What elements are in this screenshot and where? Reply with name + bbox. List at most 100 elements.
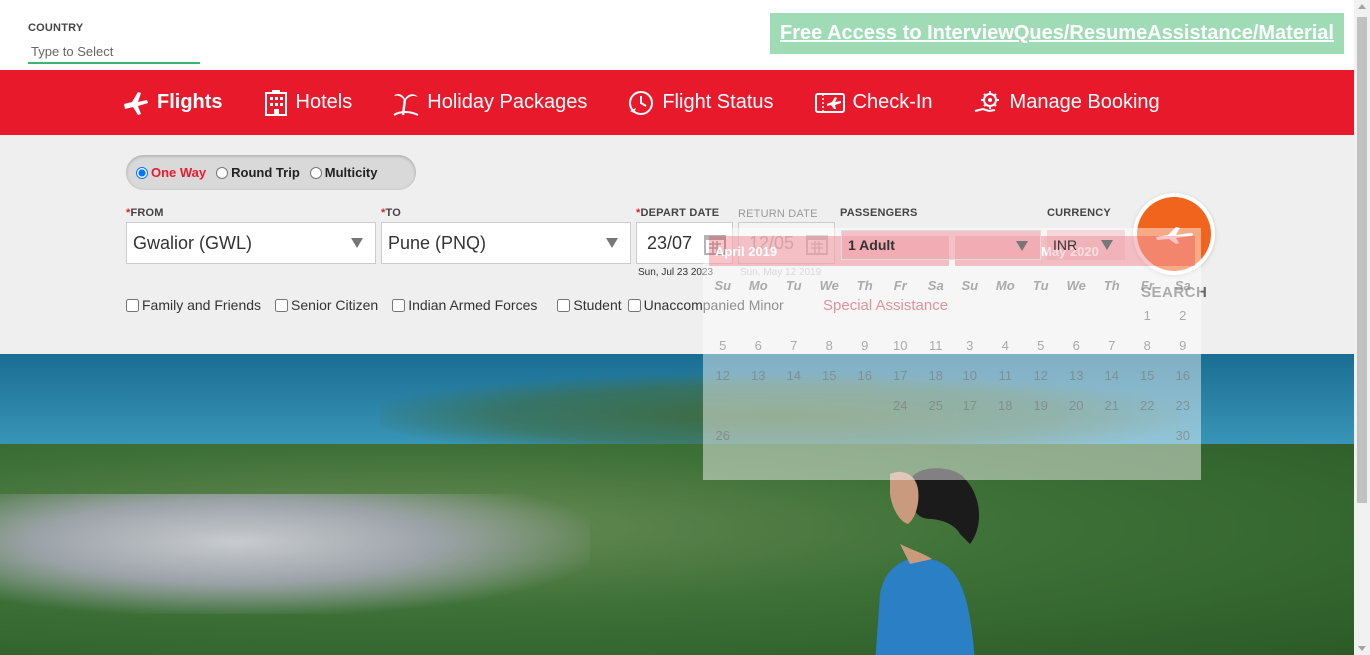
calendar-day — [812, 300, 848, 330]
calendar-day[interactable]: 8 — [1130, 330, 1166, 360]
depart-date-label: *DEPART DATE — [636, 207, 720, 219]
calendar-day[interactable]: 14 — [776, 360, 812, 390]
calendar-day[interactable]: 19 — [1023, 390, 1059, 420]
calendar-day[interactable]: 18 — [918, 360, 954, 390]
calendar-day[interactable]: 11 — [988, 360, 1024, 390]
nav-manage-booking[interactable]: Manage Booking — [973, 89, 1160, 117]
trip-type-toggle: One Way Round Trip Multicity — [126, 155, 416, 190]
calendar-day[interactable]: 16 — [1165, 360, 1201, 390]
calendar-day[interactable]: 22 — [1130, 390, 1166, 420]
calendar-day[interactable]: 24 — [883, 390, 919, 420]
clock-plane-icon — [629, 90, 654, 115]
nav-label: Manage Booking — [1009, 91, 1160, 113]
trip-round-trip[interactable]: Round Trip — [216, 165, 300, 180]
calendar-day — [705, 390, 741, 420]
weekday-header: We — [819, 277, 839, 293]
calendar-day[interactable]: 6 — [741, 330, 777, 360]
armed-forces-option[interactable]: Indian Armed Forces — [392, 297, 537, 313]
nav-holiday-packages[interactable]: Holiday Packages — [392, 89, 587, 117]
calendar-day[interactable]: 23 — [1165, 390, 1201, 420]
calendar-day[interactable]: 17 — [952, 390, 988, 420]
datepicker-overlay: April 2019 May 2020 Su Mo Tu We Th Fr Sa 5 6 7 8 9 1… — [703, 228, 1201, 480]
hotel-building-icon — [264, 89, 287, 116]
nav-hotels[interactable]: Hotels — [263, 89, 352, 117]
calendar-day[interactable]: 17 — [883, 360, 919, 390]
passengers-label: PASSENGERS — [840, 207, 918, 219]
currency-select[interactable]: INR — [1047, 230, 1125, 260]
calendar-day — [705, 300, 741, 330]
calendar-day[interactable]: 9 — [1165, 330, 1201, 360]
calendar-day[interactable]: 13 — [1059, 360, 1095, 390]
trip-one-way[interactable]: One Way — [136, 165, 206, 180]
weekday-header: Sa — [1174, 277, 1191, 293]
calendar-day[interactable]: 1 — [1130, 300, 1166, 330]
calendar-day[interactable]: 5 — [705, 330, 741, 360]
country-input[interactable] — [28, 41, 200, 64]
calendar-day[interactable]: 10 — [952, 360, 988, 390]
calendar-day[interactable]: 25 — [918, 390, 954, 420]
calendar-day[interactable]: 21 — [1094, 390, 1130, 420]
nav-flights[interactable]: Flights — [122, 90, 223, 116]
family-friends-option[interactable]: Family and Friends — [126, 297, 261, 313]
calendar-day[interactable]: 13 — [741, 360, 777, 390]
calendar-day[interactable]: 20 — [1059, 390, 1095, 420]
calendar-day[interactable]: 15 — [812, 360, 848, 390]
weekday-header: Mo — [748, 277, 768, 293]
one-way-radio[interactable] — [136, 166, 148, 179]
family-friends-checkbox[interactable] — [126, 298, 139, 312]
calendar-day[interactable]: 16 — [847, 360, 883, 390]
page-scrollbar[interactable] — [1354, 0, 1370, 655]
weekday-header: Tu — [1032, 277, 1049, 293]
village — [0, 494, 590, 614]
calendar-day[interactable]: 10 — [883, 330, 919, 360]
nav-label: Flight Status — [662, 91, 774, 113]
promo-banner: Free Access to InterviewQues/ResumeAssis… — [770, 13, 1344, 54]
calendar-day[interactable]: 12 — [1023, 360, 1059, 390]
gear-hand-icon — [974, 90, 999, 112]
calendar-day[interactable]: 6 — [1059, 330, 1095, 360]
to-select[interactable]: Pune (PNQ) — [381, 222, 631, 264]
nav-check-in[interactable]: Check-In — [814, 90, 933, 116]
from-select[interactable]: Gwalior (GWL) — [126, 222, 376, 264]
calendar-day[interactable]: 11 — [918, 330, 954, 360]
nav-flight-status[interactable]: Flight Status — [627, 89, 774, 117]
student-checkbox[interactable] — [557, 298, 571, 312]
passengers-select[interactable]: 1 Adult — [841, 230, 1041, 260]
calendar-day[interactable]: 18 — [988, 390, 1024, 420]
calendar-day[interactable]: 4 — [988, 330, 1024, 360]
chevron-down-icon — [1101, 240, 1113, 250]
calendar-day[interactable]: 3 — [952, 330, 988, 360]
calendar-day[interactable]: 7 — [1094, 330, 1130, 360]
armed-forces-checkbox[interactable] — [392, 298, 406, 312]
calendar-day — [952, 300, 988, 330]
calendar-day[interactable]: 2 — [1165, 300, 1201, 330]
promo-link[interactable]: Free Access to InterviewQues/ResumeAssis… — [780, 22, 1334, 45]
calendar-day — [1059, 420, 1095, 450]
calendar-day[interactable]: 12 — [705, 360, 741, 390]
scroll-down-arrow-icon[interactable] — [1358, 646, 1366, 651]
weekday-header: Th — [1103, 277, 1120, 293]
chevron-down-icon — [606, 238, 618, 248]
chevron-down-icon — [1016, 241, 1028, 251]
round-trip-radio[interactable] — [216, 166, 229, 179]
calendar-day[interactable]: 9 — [847, 330, 883, 360]
unaccompanied-minor-checkbox[interactable] — [627, 298, 641, 312]
student-option[interactable]: Student — [557, 297, 622, 313]
nav-label: Flights — [157, 91, 223, 113]
calendar-day[interactable]: 14 — [1094, 360, 1130, 390]
calendar-day[interactable]: 8 — [812, 330, 848, 360]
calendar-day — [1023, 300, 1059, 330]
multicity-radio[interactable] — [309, 166, 322, 179]
senior-citizen-option[interactable]: Senior Citizen — [275, 297, 378, 313]
scroll-up-arrow-icon[interactable] — [1358, 4, 1366, 9]
calendar-day[interactable]: 30 — [1165, 420, 1201, 450]
calendar-day[interactable]: 5 — [1023, 330, 1059, 360]
calendar-day[interactable]: 26 — [705, 420, 741, 450]
scrollbar-thumb[interactable] — [1357, 17, 1367, 503]
calendar-day — [1059, 300, 1095, 330]
trip-multicity[interactable]: Multicity — [309, 165, 378, 180]
senior-citizen-checkbox[interactable] — [275, 298, 289, 312]
calendar-day[interactable]: 7 — [776, 330, 812, 360]
calendar-day[interactable]: 15 — [1130, 360, 1166, 390]
calendar-day — [741, 300, 777, 330]
